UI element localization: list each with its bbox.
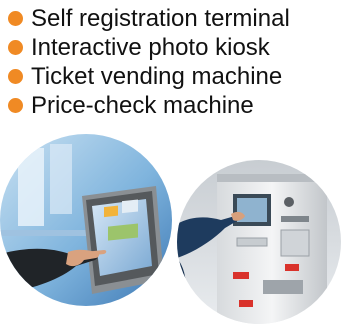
feature-label: Self registration terminal: [31, 4, 290, 32]
bullet-dot-icon: [8, 98, 23, 113]
bullet-dot-icon: [8, 40, 23, 55]
feature-item: Interactive photo kiosk: [8, 33, 290, 62]
ticket-kiosk-photo: [177, 160, 341, 324]
feature-item: Ticket vending machine: [8, 62, 290, 91]
bullet-dot-icon: [8, 11, 23, 26]
feature-label: Ticket vending machine: [31, 62, 283, 90]
feature-label: Interactive photo kiosk: [31, 33, 270, 61]
feature-item: Price-check machine: [8, 91, 290, 120]
feature-list: Self registration terminal Interactive p…: [8, 4, 290, 120]
bullet-dot-icon: [8, 69, 23, 84]
feature-item: Self registration terminal: [8, 4, 290, 33]
touchscreen-kiosk-photo: [0, 134, 172, 306]
feature-label: Price-check machine: [31, 91, 254, 119]
